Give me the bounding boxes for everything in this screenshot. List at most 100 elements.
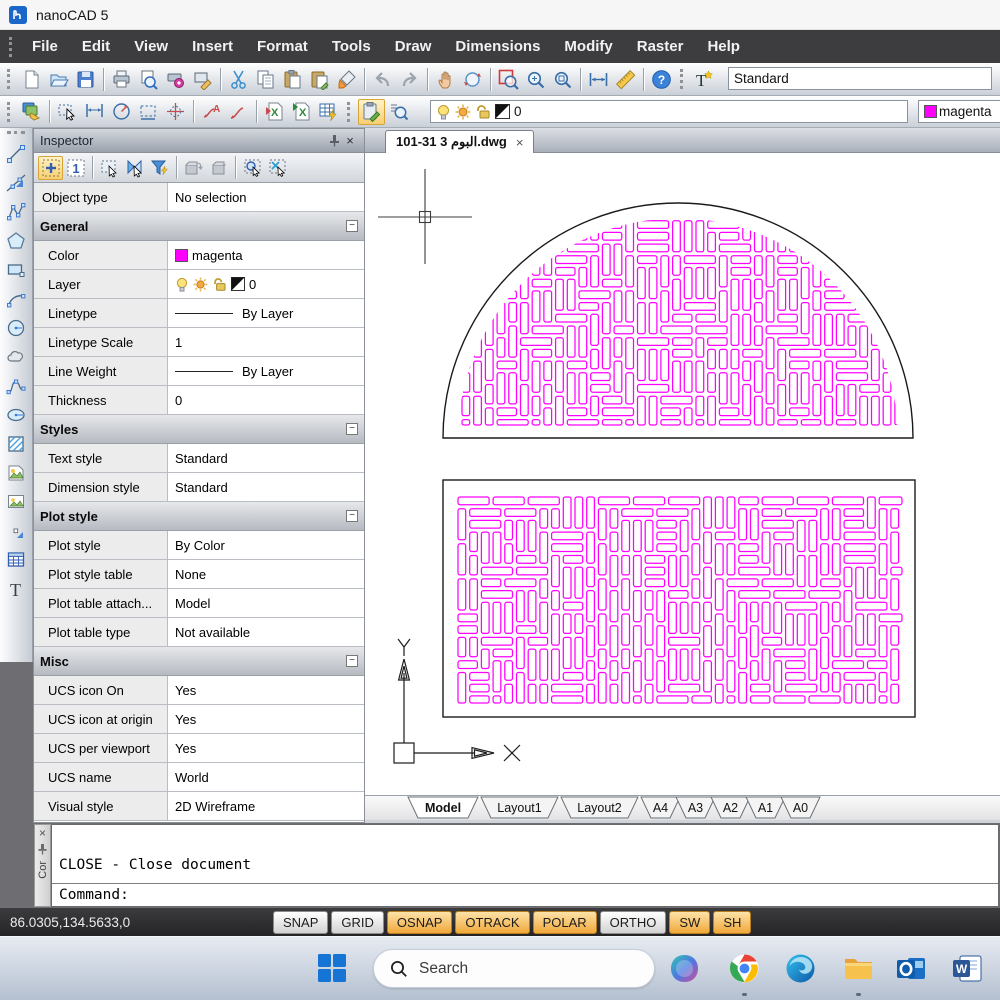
toolbar-grip[interactable]: [9, 37, 15, 57]
select-circle-icon[interactable]: [240, 156, 265, 180]
property-value[interactable]: World: [168, 763, 364, 791]
chrome-icon[interactable]: [729, 953, 760, 984]
section-header-styles[interactable]: Styles−: [34, 415, 364, 444]
leader-text-icon[interactable]: A: [198, 99, 225, 125]
clear-selection-icon[interactable]: [265, 156, 290, 180]
plot-icon[interactable]: [108, 66, 135, 92]
property-value[interactable]: magenta: [168, 241, 364, 269]
zoom-extents-icon[interactable]: [549, 66, 576, 92]
property-value[interactable]: Yes: [168, 676, 364, 704]
layout-tab-a3[interactable]: A3: [676, 797, 715, 818]
select-rectangle-icon[interactable]: [97, 156, 122, 180]
pin-icon[interactable]: [37, 843, 48, 855]
status-toggle-polar[interactable]: POLAR: [533, 911, 597, 934]
add-to-selection-icon[interactable]: [38, 156, 63, 180]
layout-tab-layout2[interactable]: Layout2: [561, 797, 638, 818]
hatch-icon[interactable]: [2, 429, 30, 458]
layout-tab-a4[interactable]: A4: [641, 797, 680, 818]
layers-palette-icon[interactable]: [18, 99, 45, 125]
image-icon[interactable]: [2, 487, 30, 516]
property-value[interactable]: None: [168, 560, 364, 588]
copilot-icon[interactable]: [669, 953, 700, 984]
table-lightning-icon[interactable]: [315, 99, 342, 125]
status-toggle-ortho[interactable]: ORTHO: [600, 911, 667, 934]
menu-insert[interactable]: Insert: [180, 30, 245, 63]
toolbar-grip[interactable]: [347, 102, 353, 122]
section-header-plot-style[interactable]: Plot style−: [34, 502, 364, 531]
property-value[interactable]: By Layer: [168, 357, 364, 385]
format-painter-icon[interactable]: [333, 66, 360, 92]
new-file-icon[interactable]: [18, 66, 45, 92]
dim-baseline-icon[interactable]: [135, 99, 162, 125]
line-icon[interactable]: [2, 139, 30, 168]
notes-icon[interactable]: [358, 99, 385, 125]
command-window[interactable]: CLOSE - Close document OPEN - Open docum…: [51, 824, 999, 907]
outlook-icon[interactable]: [896, 953, 927, 984]
find-layer-icon[interactable]: [385, 99, 412, 125]
text-icon[interactable]: T: [2, 574, 30, 603]
zoom-dynamic-icon[interactable]: [522, 66, 549, 92]
menu-help[interactable]: Help: [695, 30, 752, 63]
file-explorer-icon[interactable]: [843, 953, 874, 984]
status-toggle-otrack[interactable]: OTRACK: [455, 911, 529, 934]
section-header-misc[interactable]: Misc−: [34, 647, 364, 676]
property-value[interactable]: By Color: [168, 531, 364, 559]
property-value[interactable]: 0: [168, 270, 364, 298]
menu-edit[interactable]: Edit: [70, 30, 122, 63]
collapse-icon[interactable]: −: [346, 423, 358, 435]
property-value[interactable]: Yes: [168, 705, 364, 733]
toolbar-grip[interactable]: [7, 102, 13, 122]
open-file-icon[interactable]: [45, 66, 72, 92]
publish-icon[interactable]: [189, 66, 216, 92]
excel-import-icon[interactable]: X: [261, 99, 288, 125]
pan-icon[interactable]: [432, 66, 459, 92]
cut-icon[interactable]: [225, 66, 252, 92]
paste-special-icon[interactable]: [306, 66, 333, 92]
status-toggle-osnap[interactable]: OSNAP: [387, 911, 453, 934]
menu-draw[interactable]: Draw: [383, 30, 444, 63]
menu-raster[interactable]: Raster: [625, 30, 696, 63]
copy-properties-icon[interactable]: [181, 156, 206, 180]
quick-select-icon[interactable]: [54, 99, 81, 125]
xline-icon[interactable]: [2, 168, 30, 197]
document-tab[interactable]: 101-31 3 البوم.dwg ×: [385, 130, 534, 153]
show-count-icon[interactable]: 1: [63, 156, 88, 180]
property-value[interactable]: By Layer: [168, 299, 364, 327]
dim-linear-icon[interactable]: [81, 99, 108, 125]
help-icon[interactable]: ?: [648, 66, 675, 92]
menu-dimensions[interactable]: Dimensions: [443, 30, 552, 63]
save-icon[interactable]: [72, 66, 99, 92]
collapse-icon[interactable]: −: [346, 655, 358, 667]
model-canvas[interactable]: [365, 153, 1000, 795]
property-value[interactable]: Yes: [168, 734, 364, 762]
copy-icon[interactable]: [252, 66, 279, 92]
redo-icon[interactable]: [396, 66, 423, 92]
point-icon[interactable]: [2, 516, 30, 545]
distance-icon[interactable]: [585, 66, 612, 92]
filter-icon[interactable]: [147, 156, 172, 180]
property-value[interactable]: 1: [168, 328, 364, 356]
spline-icon[interactable]: [2, 371, 30, 400]
toolbar-grip[interactable]: [680, 69, 686, 89]
collapse-icon[interactable]: −: [346, 220, 358, 232]
toolbar-grip[interactable]: [7, 131, 25, 137]
dim-center-icon[interactable]: [162, 99, 189, 125]
status-toggle-sh[interactable]: SH: [713, 911, 751, 934]
property-value[interactable]: Standard: [168, 444, 364, 472]
menu-modify[interactable]: Modify: [552, 30, 624, 63]
undo-icon[interactable]: [369, 66, 396, 92]
menu-view[interactable]: View: [122, 30, 180, 63]
command-history[interactable]: CLOSE - Close document OPEN - Open docum…: [52, 825, 998, 883]
taskbar-search[interactable]: Search: [373, 949, 655, 988]
close-icon[interactable]: ×: [342, 133, 358, 149]
close-icon[interactable]: ×: [39, 827, 46, 839]
layout-tab-a2[interactable]: A2: [711, 797, 750, 818]
ruler-icon[interactable]: [612, 66, 639, 92]
layout-tab-layout1[interactable]: Layout1: [481, 797, 558, 818]
edge-icon[interactable]: [785, 953, 816, 984]
layout-tab-a1[interactable]: A1: [746, 797, 785, 818]
paste-icon[interactable]: [279, 66, 306, 92]
layout-tab-model[interactable]: Model: [408, 797, 478, 818]
invert-selection-icon[interactable]: [122, 156, 147, 180]
arc-icon[interactable]: [2, 284, 30, 313]
